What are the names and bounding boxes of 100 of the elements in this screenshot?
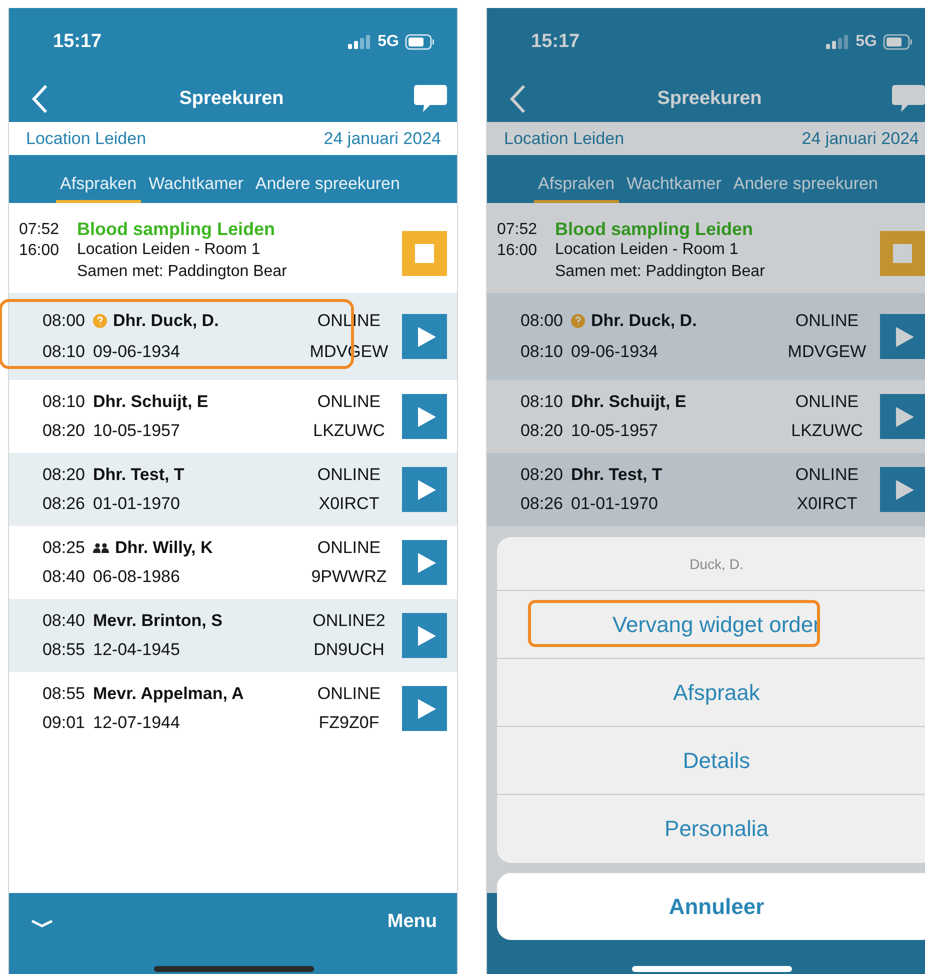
tab[interactable]: Wachtkamer bbox=[144, 155, 248, 203]
appointment-row[interactable]: 08:25 Dhr. Willy, K ONLINE 08:40 06-08-1986 9PWWRZ bbox=[9, 526, 457, 599]
play-button[interactable] bbox=[402, 314, 447, 359]
chat-icon[interactable] bbox=[414, 84, 447, 112]
menu-button[interactable]: Menu bbox=[387, 911, 437, 933]
play-icon bbox=[896, 406, 914, 426]
date-label: 24 januari 2024 bbox=[802, 128, 919, 148]
sheet-action[interactable]: Details bbox=[497, 727, 925, 795]
start-time: 08:00 bbox=[519, 310, 564, 331]
battery-icon bbox=[883, 34, 913, 50]
play-button[interactable] bbox=[402, 613, 447, 658]
chevron-down-icon[interactable] bbox=[31, 919, 53, 929]
appointment-row[interactable]: 08:10 Dhr. Schuijt, E ONLINE 08:20 10-05-1957 LKZUWC bbox=[9, 380, 457, 453]
patient-name: Mevr. Brinton, S bbox=[93, 611, 224, 632]
appointment-row[interactable]: 08:10 Dhr. Schuijt, E ONLINE 08:20 10-05-1957 LKZUWC bbox=[487, 380, 925, 453]
play-button[interactable] bbox=[402, 686, 447, 731]
date-label: 24 januari 2024 bbox=[324, 128, 441, 148]
tab[interactable]: Afspraken bbox=[56, 155, 141, 203]
play-icon bbox=[418, 552, 436, 572]
tab[interactable]: Wachtkamer bbox=[622, 155, 726, 203]
room-label: Location Leiden - Room 1 bbox=[555, 240, 740, 260]
end-time: 16:00 bbox=[19, 241, 60, 261]
sheet-action[interactable]: Personalia bbox=[497, 795, 925, 863]
start-time: 08:20 bbox=[519, 465, 564, 486]
birth-date: 01-01-1970 bbox=[93, 494, 181, 514]
appointment-code: LKZUWC bbox=[312, 420, 386, 441]
screen-title: Spreekuren bbox=[657, 88, 762, 110]
patient-name: Dhr. Schuijt, E bbox=[93, 392, 210, 412]
play-icon bbox=[418, 480, 436, 500]
appointment-row[interactable]: 08:00 Dhr. Duck, D. ONLINE 08:10 09-06-1934 MDVGEW bbox=[487, 293, 925, 380]
end-time: 08:26 bbox=[41, 494, 86, 514]
status-time: 15:17 bbox=[531, 30, 580, 52]
play-button[interactable] bbox=[402, 394, 447, 439]
location-label: Location Leiden bbox=[504, 128, 624, 148]
appointment-type: ONLINE bbox=[316, 392, 382, 412]
back-icon[interactable] bbox=[509, 84, 527, 114]
play-button[interactable] bbox=[402, 467, 447, 512]
back-icon[interactable] bbox=[31, 84, 49, 114]
status-time: 15:17 bbox=[53, 30, 102, 52]
play-icon bbox=[896, 480, 914, 500]
birth-date: 01-01-1970 bbox=[571, 494, 659, 514]
play-button[interactable] bbox=[402, 540, 447, 585]
appointment-code: LKZUWC bbox=[790, 420, 864, 441]
appointment-type: ONLINE bbox=[316, 538, 382, 558]
start-time: 07:52 bbox=[497, 220, 538, 240]
network-label: 5G bbox=[856, 32, 877, 50]
birth-date: 09-06-1934 bbox=[571, 342, 659, 362]
play-button[interactable] bbox=[880, 467, 925, 512]
patient-name: Dhr. Schuijt, E bbox=[571, 392, 688, 412]
cancel-button[interactable]: Annuleer bbox=[497, 873, 925, 940]
tab[interactable]: Afspraken bbox=[534, 155, 619, 203]
start-time: 08:10 bbox=[519, 392, 564, 412]
tab[interactable]: Andere spreekuren bbox=[251, 155, 404, 203]
question-icon bbox=[93, 314, 107, 328]
patient-name: Dhr. Duck, D. bbox=[591, 310, 698, 331]
play-icon bbox=[418, 698, 436, 718]
appointment-row[interactable]: 08:55 Mevr. Appelman, A ONLINE 09:01 12-07-1944 FZ9Z0F bbox=[9, 672, 457, 745]
session-title: Blood sampling Leiden bbox=[555, 219, 754, 239]
chat-icon[interactable] bbox=[892, 84, 925, 112]
question-icon bbox=[571, 314, 585, 328]
signal-icon bbox=[826, 34, 850, 48]
end-time: 08:26 bbox=[519, 494, 564, 514]
appointment-type: ONLINE bbox=[794, 310, 860, 331]
start-time: 08:00 bbox=[41, 310, 86, 331]
people-icon bbox=[93, 543, 109, 554]
patient-name: Dhr. Willy, K bbox=[115, 538, 214, 558]
sheet-header: Duck, D. bbox=[497, 537, 925, 591]
play-icon bbox=[896, 326, 914, 346]
appointment-code: X0IRCT bbox=[796, 494, 858, 514]
sheet-action[interactable]: Afspraak bbox=[497, 659, 925, 727]
start-time: 07:52 bbox=[19, 220, 60, 240]
screen-title: Spreekuren bbox=[179, 88, 284, 110]
end-time: 08:55 bbox=[41, 640, 86, 660]
patient-name: Dhr. Test, T bbox=[571, 465, 664, 486]
start-time: 08:55 bbox=[41, 684, 86, 704]
play-icon bbox=[418, 406, 436, 426]
end-time: 08:40 bbox=[41, 566, 86, 587]
start-time: 08:10 bbox=[41, 392, 86, 412]
birth-date: 12-07-1944 bbox=[93, 712, 181, 733]
patient-name: Dhr. Test, T bbox=[93, 465, 186, 486]
patient-name: Dhr. Duck, D. bbox=[113, 310, 220, 331]
appointment-type: ONLINE bbox=[316, 684, 382, 704]
location-label: Location Leiden bbox=[26, 128, 146, 148]
with-label: Samen met: Paddington Bear bbox=[555, 262, 766, 282]
appointment-row[interactable]: 08:40 Mevr. Brinton, S ONLINE2 08:55 12-04-1945 DN9UCH bbox=[9, 599, 457, 672]
end-time: 08:20 bbox=[519, 420, 564, 441]
play-button[interactable] bbox=[880, 394, 925, 439]
appointment-row[interactable]: 08:20 Dhr. Test, T ONLINE 08:26 01-01-1970 X0IRCT bbox=[9, 453, 457, 526]
appointment-code: X0IRCT bbox=[318, 494, 380, 514]
signal-icon bbox=[348, 34, 372, 48]
appointment-code: DN9UCH bbox=[312, 640, 386, 660]
appointment-type: ONLINE bbox=[316, 465, 382, 486]
appointment-code: MDVGEW bbox=[786, 342, 868, 362]
appointment-code: FZ9Z0F bbox=[318, 712, 380, 733]
end-time: 09:01 bbox=[41, 712, 86, 733]
appointment-type: ONLINE bbox=[794, 465, 860, 486]
tab[interactable]: Andere spreekuren bbox=[729, 155, 882, 203]
patient-name: Mevr. Appelman, A bbox=[93, 684, 245, 704]
play-button[interactable] bbox=[880, 314, 925, 359]
appointment-row[interactable]: 08:20 Dhr. Test, T ONLINE 08:26 01-01-1970 X0IRCT bbox=[487, 453, 925, 526]
